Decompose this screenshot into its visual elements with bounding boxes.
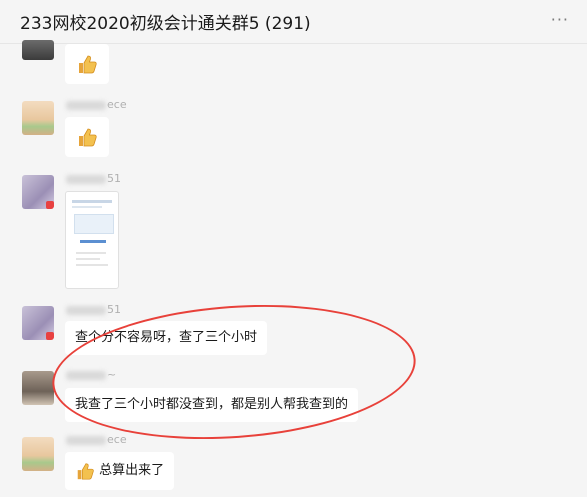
sender-name: ece	[65, 98, 127, 111]
image-message[interactable]	[65, 191, 119, 289]
sender-name: ~	[65, 368, 116, 381]
sender-name: 51	[65, 172, 121, 185]
avatar[interactable]	[22, 175, 54, 209]
message-text: 查个分不容易呀，查了三个小时	[75, 330, 258, 345]
thumbs-up-icon	[79, 128, 97, 147]
message-bubble[interactable]: 总算出来了	[65, 452, 175, 490]
blurred-name	[66, 435, 106, 445]
sender-name: ece	[65, 433, 127, 446]
avatar[interactable]	[22, 40, 54, 60]
avatar[interactable]	[22, 371, 54, 405]
message-bubble[interactable]	[65, 117, 109, 157]
blurred-name	[66, 305, 106, 315]
blurred-name	[66, 100, 106, 110]
more-horizontal-icon[interactable]: ···	[551, 10, 569, 29]
avatar[interactable]	[22, 306, 54, 340]
chat-title: 233网校2020初级会计通关群5 (291)	[20, 14, 311, 34]
chat-header: 233网校2020初级会计通关群5 (291) ···	[0, 0, 587, 44]
thumbs-up-icon	[77, 463, 94, 480]
message-bubble[interactable]: 查个分不容易呀，查了三个小时	[65, 321, 268, 355]
message-text: 总算出来了	[99, 463, 165, 478]
blurred-name	[66, 174, 106, 184]
thumbs-up-icon	[79, 55, 97, 74]
avatar[interactable]	[22, 437, 54, 471]
message-bubble[interactable]	[65, 44, 109, 84]
message-bubble[interactable]: 我查了三个小时都没查到，都是别人帮我查到的	[65, 388, 359, 422]
blurred-name	[66, 370, 106, 380]
sender-name: 51	[65, 303, 121, 316]
avatar[interactable]	[22, 101, 54, 135]
message-text: 我查了三个小时都没查到，都是别人帮我查到的	[75, 397, 349, 412]
